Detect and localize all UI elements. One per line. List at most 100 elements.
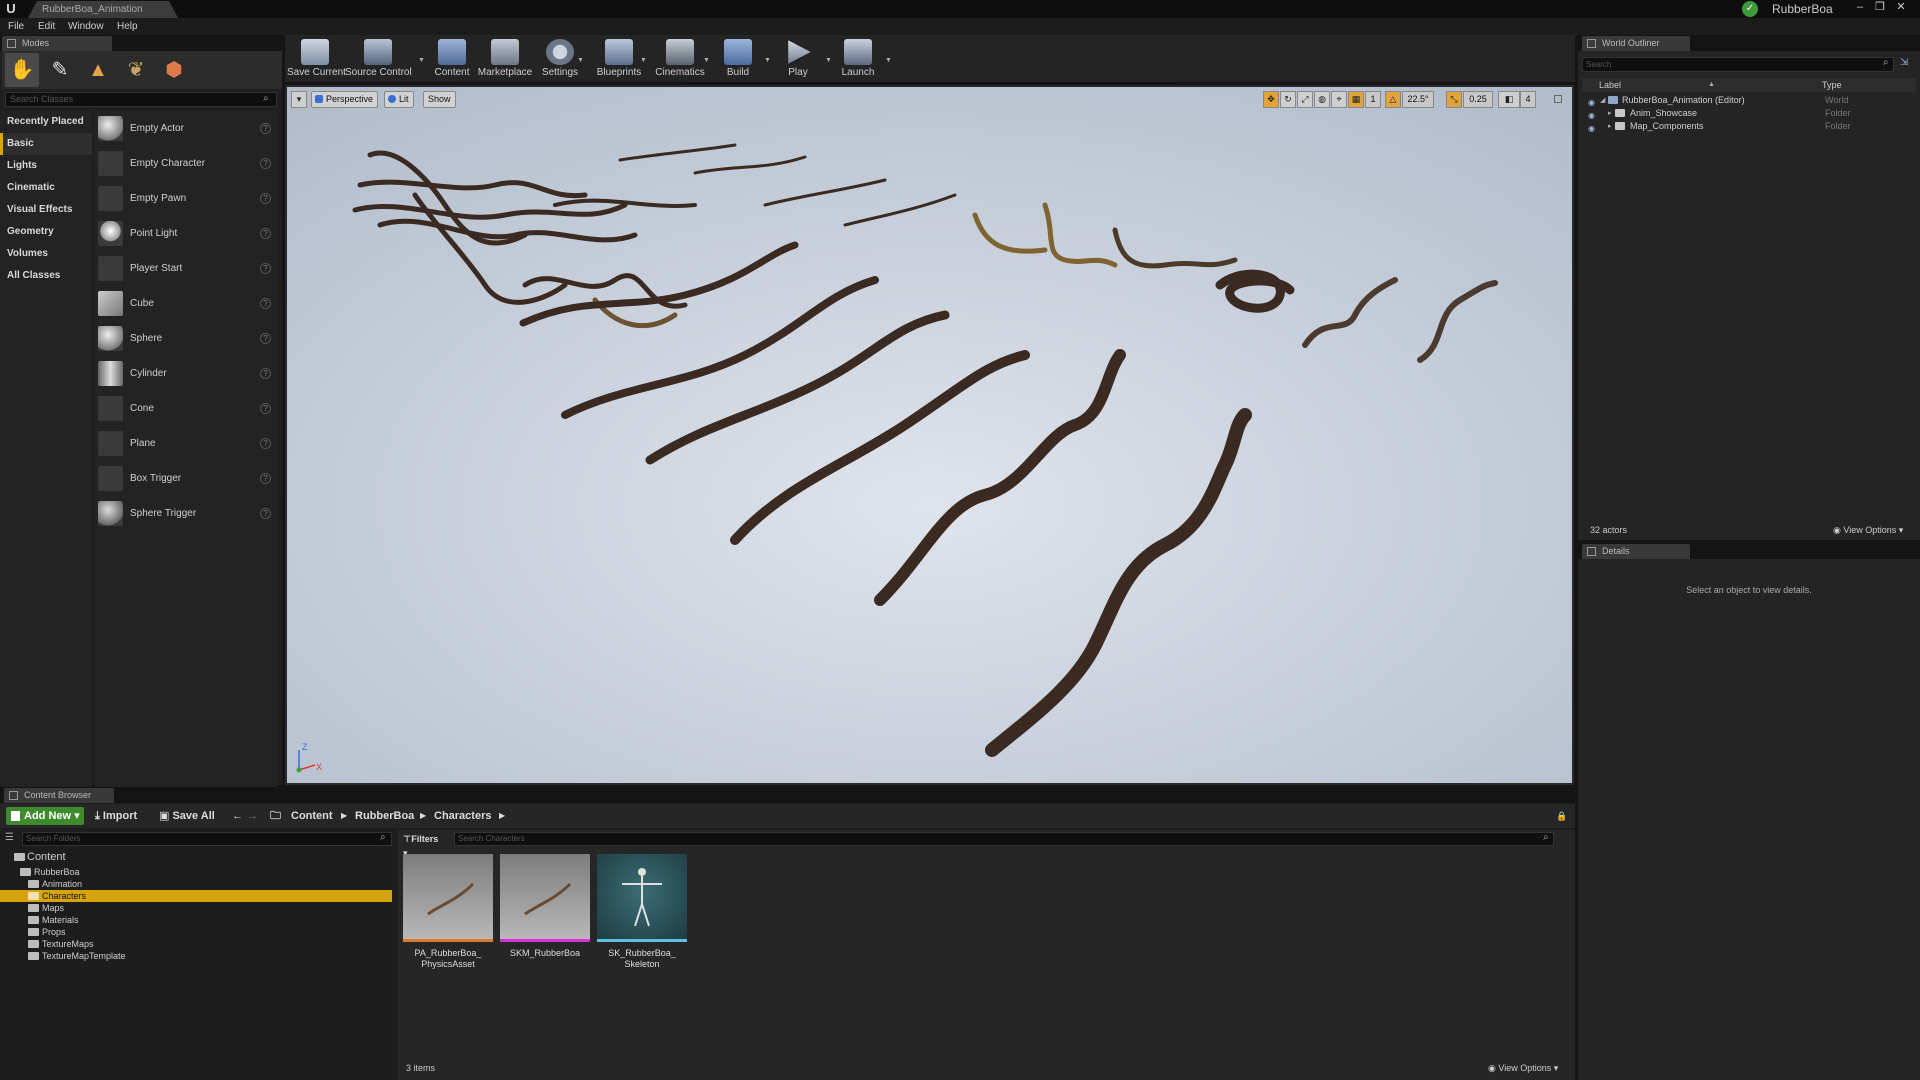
breadcrumb-characters[interactable]: Characters [434,807,491,825]
world-outliner-tab[interactable]: World Outliner [1582,36,1690,51]
source-control-dropdown[interactable]: ▼ [418,57,426,64]
expand-arrow-icon[interactable]: ▸ [1608,120,1612,133]
place-item-plane[interactable]: Plane? [95,426,277,461]
help-icon[interactable]: ? [260,123,271,134]
place-item-sphere[interactable]: Sphere? [95,321,277,356]
sources-toggle-icon[interactable]: ☰ [5,832,19,846]
add-actor-icon[interactable]: ⇲ [1900,57,1908,68]
menu-window[interactable]: Window [68,18,104,35]
grid-snap-icon[interactable]: ▦ [1348,91,1364,108]
build-button[interactable]: Build [715,36,761,82]
folder-row-animation[interactable]: Animation [0,878,392,890]
place-item-box-trigger[interactable]: Box Trigger? [95,461,277,496]
settings-dropdown[interactable]: ▼ [577,57,585,64]
outliner-view-options[interactable]: ◉ View Options ▾ [1833,525,1903,536]
add-new-button[interactable]: Add New ▾ [6,807,84,825]
menu-help[interactable]: Help [117,18,138,35]
help-icon[interactable]: ? [260,403,271,414]
build-dropdown[interactable]: ▼ [764,57,772,64]
asset-tile[interactable]: SK_RubberBoa_ Skeleton [597,854,687,974]
place-item-empty-pawn[interactable]: Empty Pawn? [95,181,277,216]
source-control-button[interactable]: Source Control [345,36,412,82]
folder-row-rubberboa[interactable]: RubberBoa [0,866,392,878]
folder-row-texturemaptemplate[interactable]: TextureMapTemplate [0,950,392,962]
level-viewport[interactable]: Z X ▾ Perspective Lit Show ✥ ↻ ⤢ ◍ ⌖ ▦ 1… [285,85,1574,785]
place-item-point-light[interactable]: Point Light? [95,216,277,251]
viewport-options-dropdown[interactable]: ▾ [291,91,307,108]
minimize-button[interactable]: ‒ [1852,0,1868,14]
foliage-mode-icon[interactable]: ❦ [119,53,153,87]
search-classes-input[interactable]: Search Classes [5,92,277,107]
save-all-button[interactable]: ▣ Save All [159,807,215,825]
help-icon[interactable]: ? [260,438,271,449]
category-all-classes[interactable]: All Classes [0,265,92,287]
translate-tool-icon[interactable]: ✥ [1263,91,1279,108]
category-volumes[interactable]: Volumes [0,243,92,265]
world-space-icon[interactable]: ◍ [1314,91,1330,108]
lock-icon[interactable]: 🔒 [1556,807,1567,825]
help-icon[interactable]: ? [260,228,271,239]
search-icon[interactable]: ⌕ [380,832,386,843]
play-dropdown[interactable]: ▼ [825,57,833,64]
marketplace-button[interactable]: Marketplace [477,36,533,82]
place-item-cylinder[interactable]: Cylinder? [95,356,277,391]
folder-row-maps[interactable]: Maps [0,902,392,914]
camera-speed-value[interactable]: 4 [1520,91,1536,108]
landscape-mode-icon[interactable]: ▲ [81,53,115,87]
category-basic[interactable]: Basic [0,133,92,155]
perspective-button[interactable]: Perspective [311,91,379,108]
help-icon[interactable]: ? [260,298,271,309]
asset-tile[interactable]: SKM_RubberBoa [500,854,590,974]
collapse-arrow-icon[interactable]: ◢ [1600,94,1605,107]
show-button[interactable]: Show [423,91,456,108]
label-column-header[interactable]: Label [1599,78,1621,92]
launch-dropdown[interactable]: ▼ [885,57,893,64]
modes-tab[interactable]: Modes [2,36,112,51]
paint-mode-icon[interactable]: ✎ [43,53,77,87]
category-recently-placed[interactable]: Recently Placed [0,111,92,133]
folder-row-characters[interactable]: Characters [0,890,392,902]
play-button[interactable]: Play [775,36,821,82]
viewport-scene[interactable]: Z X [285,85,1574,785]
menu-file[interactable]: File [8,18,24,35]
help-icon[interactable]: ? [260,333,271,344]
outliner-row[interactable]: ◉ ▸ Map_Components Folder [1582,120,1916,133]
scale-snap-icon[interactable]: ⤡ [1446,91,1462,108]
save-current-button[interactable]: Save Current [287,36,346,82]
grid-snap-value[interactable]: 1 [1365,91,1381,108]
search-icon[interactable]: ⌕ [1883,57,1889,68]
outliner-row[interactable]: ◉ ◢ RubberBoa_Animation (Editor) World [1582,94,1916,107]
history-back-button[interactable]: ← [232,807,243,825]
rotate-tool-icon[interactable]: ↻ [1280,91,1296,108]
folder-row-props[interactable]: Props [0,926,392,938]
help-icon[interactable]: ? [260,368,271,379]
menu-edit[interactable]: Edit [38,18,55,35]
rotation-snap-icon[interactable]: △ [1385,91,1401,108]
content-view-options[interactable]: ◉ View Options ▾ [1488,1063,1558,1074]
folder-row-materials[interactable]: Materials [0,914,392,926]
place-mode-icon[interactable]: ✋ [5,53,39,87]
type-column-header[interactable]: Type [1822,78,1842,92]
outliner-search-input[interactable]: Search [1582,57,1894,72]
asset-search-input[interactable]: Search Characters [454,832,1554,846]
place-item-empty-character[interactable]: Empty Character? [95,146,277,181]
search-icon[interactable]: ⌕ [1543,832,1549,843]
help-icon[interactable]: ? [260,508,271,519]
place-item-cube[interactable]: Cube? [95,286,277,321]
category-lights[interactable]: Lights [0,155,92,177]
scale-tool-icon[interactable]: ⤢ [1297,91,1313,108]
help-icon[interactable]: ? [260,193,271,204]
category-geometry[interactable]: Geometry [0,221,92,243]
folder-row-texturemaps[interactable]: TextureMaps [0,938,392,950]
place-item-sphere-trigger[interactable]: Sphere Trigger? [95,496,277,531]
search-icon[interactable]: ⌕ [263,93,275,105]
help-icon[interactable]: ? [260,473,271,484]
folder-search-input[interactable]: Search Folders [22,832,392,846]
place-item-cone[interactable]: Cone? [95,391,277,426]
cinematics-button[interactable]: Cinematics [652,36,708,82]
content-browser-tab[interactable]: Content Browser [4,788,114,803]
camera-speed-icon[interactable]: ◧ [1498,91,1520,108]
maximize-button[interactable]: ❐ [1872,0,1888,14]
import-button[interactable]: ⤓ Import [95,807,137,825]
expand-arrow-icon[interactable]: ▸ [1608,107,1612,120]
